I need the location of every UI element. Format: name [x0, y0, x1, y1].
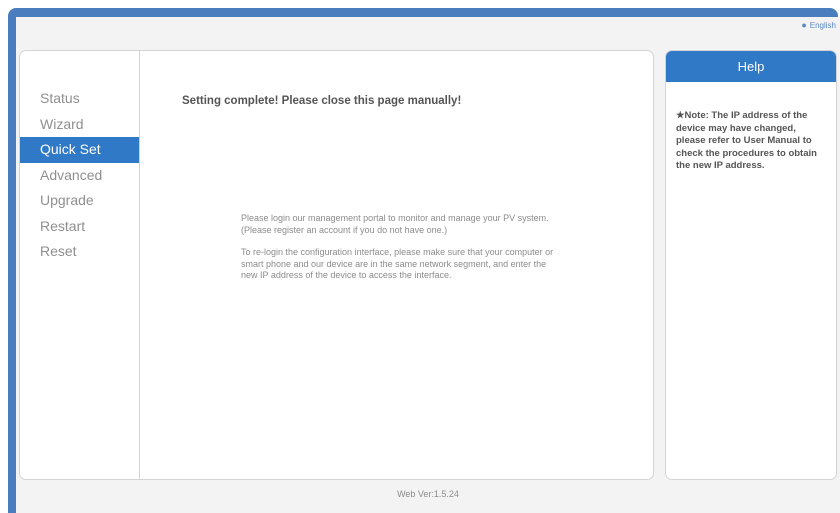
globe-icon: ● — [801, 20, 807, 30]
sidebar-item-restart[interactable]: Restart — [20, 214, 139, 240]
sidebar-item-wizard[interactable]: Wizard — [20, 112, 139, 138]
language-label: English — [809, 20, 836, 30]
language-selector[interactable]: ● English — [801, 20, 836, 30]
help-note: ★Note: The IP address of the device may … — [676, 110, 817, 171]
version-footer: Web Ver:1.5.24 — [397, 489, 459, 499]
sidebar-item-quick-set[interactable]: Quick Set — [20, 137, 139, 163]
sidebar-nav: Status Wizard Quick Set Advanced Upgrade… — [20, 86, 139, 265]
help-panel: Help ★Note: The IP address of the device… — [665, 50, 837, 480]
sidebar-item-status[interactable]: Status — [20, 86, 139, 112]
sidebar-item-upgrade[interactable]: Upgrade — [20, 188, 139, 214]
login-portal-text: Please login our management portal to mo… — [241, 213, 549, 235]
help-header: Help — [666, 51, 836, 82]
main-panel: Status Wizard Quick Set Advanced Upgrade… — [19, 50, 654, 480]
relogin-instructions-text: To re-login the configuration interface,… — [241, 247, 554, 280]
sidebar-item-advanced[interactable]: Advanced — [20, 163, 139, 189]
content-area: Setting complete! Please close this page… — [140, 51, 653, 479]
sidebar: Status Wizard Quick Set Advanced Upgrade… — [20, 51, 140, 479]
page-title: Setting complete! Please close this page… — [182, 95, 462, 107]
sidebar-item-reset[interactable]: Reset — [20, 239, 139, 265]
message-body: Please login our management portal to mo… — [241, 213, 563, 293]
